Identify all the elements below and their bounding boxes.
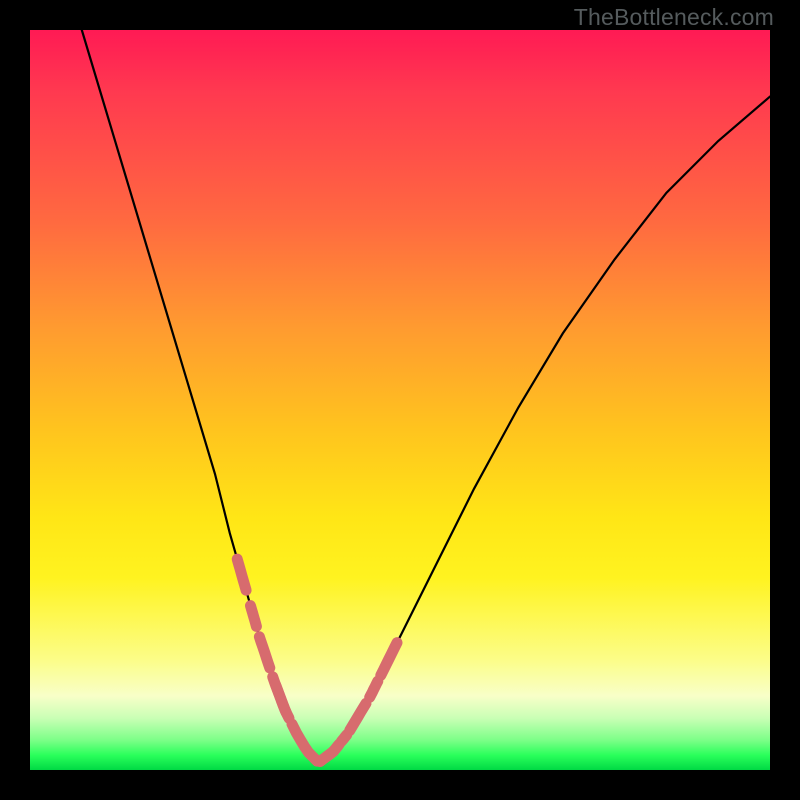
- dash-segment: [292, 724, 317, 761]
- dash-segment: [276, 685, 289, 718]
- dash-segment: [370, 681, 378, 697]
- highlight-dashes: [237, 559, 397, 761]
- chart-svg: [30, 30, 770, 770]
- dash-segment: [251, 606, 257, 627]
- bottleneck-curve-path: [82, 30, 770, 763]
- watermark-text: TheBottleneck.com: [574, 4, 774, 31]
- dash-segment: [342, 735, 347, 741]
- dash-segment: [237, 559, 246, 590]
- chart-frame: TheBottleneck.com: [0, 0, 800, 800]
- dash-segment: [350, 703, 366, 730]
- dash-segment: [259, 637, 269, 668]
- dash-segment: [381, 643, 397, 676]
- plot-area: [30, 30, 770, 770]
- dash-segment: [320, 746, 338, 762]
